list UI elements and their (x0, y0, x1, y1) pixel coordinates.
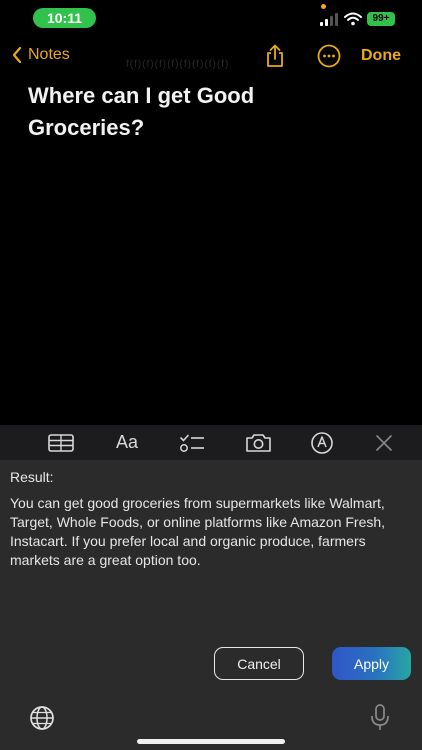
more-options-icon[interactable] (317, 44, 341, 68)
checklist-button[interactable] (178, 425, 206, 460)
format-toolbar: Aa (0, 425, 422, 460)
share-icon[interactable] (264, 44, 286, 68)
markup-pen-icon (311, 431, 333, 454)
camera-button[interactable] (243, 425, 273, 460)
status-time: 10:11 (33, 8, 96, 28)
home-indicator[interactable] (137, 739, 285, 744)
table-button[interactable] (46, 425, 76, 460)
result-label: Result: (10, 469, 54, 485)
cellular-signal-icon (320, 13, 338, 26)
globe-icon[interactable] (29, 705, 55, 731)
privacy-indicator-dot (321, 4, 326, 9)
wifi-icon (344, 12, 362, 26)
microphone-icon[interactable] (370, 704, 390, 732)
writing-tools-result-panel: Result: You can get good groceries from … (0, 460, 422, 750)
ghost-overlay-text: f(f)(f)(f)(f)(f)(f)(f)(f) (126, 59, 230, 70)
battery-indicator: 99+ (367, 12, 395, 26)
back-label: Notes (28, 46, 70, 63)
checklist-icon (180, 434, 204, 452)
close-toolbar-button[interactable] (373, 425, 395, 460)
result-text: You can get good groceries from supermar… (10, 495, 386, 568)
cancel-button[interactable]: Cancel (214, 647, 304, 680)
text-format-button[interactable]: Aa (111, 425, 143, 460)
note-title[interactable]: Where can I get Good Groceries? (28, 80, 328, 144)
back-button[interactable]: Notes (12, 46, 70, 64)
chevron-left-icon (12, 47, 22, 63)
apply-button[interactable]: Apply (332, 647, 411, 680)
camera-icon (245, 433, 271, 452)
status-bar: 10:11 99+ (0, 0, 422, 36)
table-icon (48, 433, 74, 452)
markup-button[interactable] (309, 425, 335, 460)
done-button[interactable]: Done (361, 47, 401, 65)
close-icon (376, 434, 392, 451)
